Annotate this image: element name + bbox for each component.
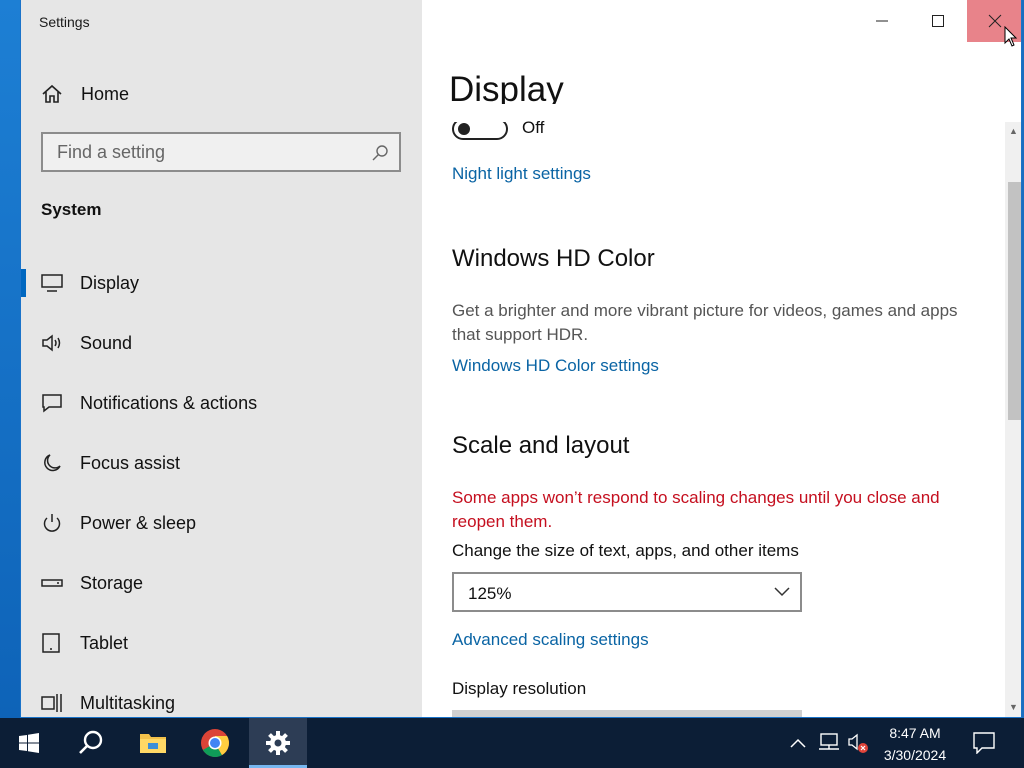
search-icon <box>372 145 388 161</box>
scale-dropdown[interactable]: 125% <box>452 572 802 612</box>
sidebar-item-label: Display <box>80 272 140 293</box>
sidebar-item-label: Power & sleep <box>80 512 197 533</box>
scale-dropdown-value: 125% <box>468 584 512 603</box>
close-icon <box>988 14 1002 28</box>
hdr-heading: Windows HD Color <box>452 245 655 272</box>
scroll-up-arrow[interactable]: ▲ <box>1009 126 1018 136</box>
mouse-cursor-icon <box>1004 26 1018 47</box>
chrome-icon <box>201 729 229 757</box>
hdr-settings-link[interactable]: Windows HD Color settings <box>452 356 659 376</box>
taskbar: 8:47 AM 3/30/2024 <box>0 718 1024 768</box>
sidebar-item-label: Focus assist <box>80 452 181 473</box>
network-icon <box>819 733 839 750</box>
sidebar-item-storage[interactable]: Storage <box>21 561 422 605</box>
hdr-description: Get a brighter and more vibrant picture … <box>452 301 958 344</box>
scrollbar-thumb[interactable] <box>1008 182 1021 420</box>
file-explorer-button[interactable] <box>124 718 182 768</box>
volume-muted-icon <box>848 733 868 753</box>
desktop-background <box>0 0 20 718</box>
windows-start-icon <box>19 733 39 753</box>
sidebar-item-label: Notifications & actions <box>80 392 258 413</box>
home-icon <box>42 84 62 103</box>
sidebar-home[interactable]: Home <box>21 78 422 110</box>
sidebar-item-focus-assist[interactable]: Focus assist <box>21 441 422 485</box>
sidebar-item-tablet[interactable]: Tablet <box>21 621 422 665</box>
active-indicator <box>21 269 26 297</box>
power-icon <box>43 514 61 532</box>
storage-icon <box>41 579 63 587</box>
moon-icon <box>44 454 61 472</box>
settings-taskbar-button[interactable] <box>249 718 307 768</box>
volume-button[interactable] <box>848 733 870 760</box>
scrollbar[interactable]: ▲ ▼ <box>1005 122 1021 717</box>
taskbar-clock[interactable]: 8:47 AM 3/30/2024 <box>870 722 960 766</box>
notification-icon <box>973 732 995 755</box>
search-input[interactable] <box>43 134 363 170</box>
file-explorer-icon <box>140 734 166 753</box>
sidebar-item-power-sleep[interactable]: Power & sleep <box>21 501 422 545</box>
action-center-button[interactable] <box>973 732 995 759</box>
scroll-down-arrow[interactable]: ▼ <box>1009 702 1018 712</box>
clock-date: 3/30/2024 <box>883 747 947 763</box>
minimize-icon <box>876 20 888 22</box>
search-box[interactable] <box>41 132 401 172</box>
sidebar-item-label: Sound <box>80 332 133 353</box>
toggle-knob <box>458 123 470 135</box>
resolution-label: Display resolution <box>452 679 587 698</box>
advanced-scaling-link[interactable]: Advanced scaling settings <box>452 630 649 650</box>
network-button[interactable] <box>818 733 840 756</box>
chevron-down-icon <box>774 587 790 597</box>
sidebar-item-display[interactable]: Display <box>21 261 422 305</box>
sidebar-item-label: Storage <box>80 572 144 593</box>
scale-warning: Some apps won’t respond to scaling chang… <box>452 488 940 531</box>
section-title-system: System <box>41 200 102 219</box>
start-button[interactable] <box>0 718 58 768</box>
settings-gear-icon <box>266 731 290 755</box>
multitasking-icon <box>41 694 62 712</box>
search-icon <box>79 730 103 754</box>
sidebar-item-multitasking[interactable]: Multitasking <box>21 681 422 717</box>
notification-icon <box>42 394 62 413</box>
scroll-clip <box>448 104 568 122</box>
maximize-button[interactable] <box>910 0 966 42</box>
night-light-settings-link[interactable]: Night light settings <box>452 164 591 184</box>
chevron-up-icon <box>790 738 806 748</box>
sidebar-item-label: Tablet <box>80 632 129 653</box>
monitor-icon <box>41 274 63 292</box>
sidebar-item-notifications[interactable]: Notifications & actions <box>21 381 422 425</box>
resolution-dropdown[interactable] <box>452 710 802 717</box>
sidebar-item-label: Multitasking <box>80 692 176 713</box>
sidebar-item-sound[interactable]: Sound <box>21 321 422 365</box>
sidebar-home-label: Home <box>81 83 130 104</box>
chrome-button[interactable] <box>186 718 244 768</box>
minimize-button[interactable] <box>854 0 910 42</box>
night-light-state: Off <box>522 118 545 137</box>
settings-window: Settings Home System Display Sound Notif… <box>20 0 1022 718</box>
tablet-icon <box>42 633 60 653</box>
window-title: Settings <box>39 14 90 30</box>
clock-time: 8:47 AM <box>889 725 941 741</box>
taskbar-search-button[interactable] <box>62 718 120 768</box>
scale-size-label: Change the size of text, apps, and other… <box>452 541 799 560</box>
speaker-icon <box>42 334 61 352</box>
scale-heading: Scale and layout <box>452 432 630 459</box>
main-content: Display Off Night light settings Windows… <box>422 0 1021 717</box>
show-hidden-icons-button[interactable] <box>790 735 806 753</box>
sidebar: Settings Home System Display Sound Notif… <box>21 0 422 717</box>
maximize-icon <box>932 15 944 27</box>
